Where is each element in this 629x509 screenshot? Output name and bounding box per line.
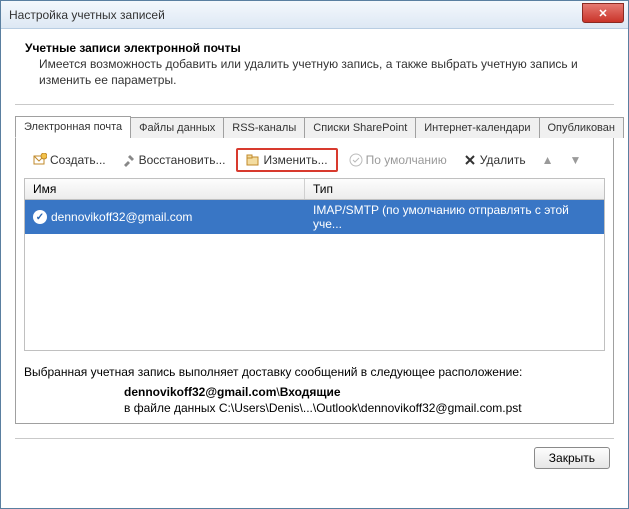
arrow-down-icon: ▼ [569, 153, 581, 167]
delivery-path-line: в файле данных C:\Users\Denis\...\Outloo… [124, 401, 605, 415]
tab-rss[interactable]: RSS-каналы [223, 117, 305, 138]
delete-label: Удалить [480, 153, 526, 167]
check-icon: ✓ [33, 210, 47, 224]
delete-button[interactable]: Удалить [458, 150, 531, 170]
window-title: Настройка учетных записей [9, 8, 165, 22]
move-down-button: ▼ [564, 150, 586, 170]
tab-internet-calendars[interactable]: Интернет-календари [415, 117, 539, 138]
delivery-target: dennovikoff32@gmail.com\Входящие [124, 385, 605, 399]
check-circle-icon [349, 153, 363, 167]
tab-published[interactable]: Опубликован [539, 117, 624, 138]
arrow-up-icon: ▲ [542, 153, 554, 167]
heading-title: Учетные записи электронной почты [25, 41, 614, 55]
default-button: По умолчанию [344, 150, 452, 170]
delivery-folder: Входящие [280, 385, 341, 399]
tab-panel-email: Создать... Восстановить... Изменить... [15, 137, 614, 424]
dialog-content: Учетные записи электронной почты Имеется… [1, 29, 628, 508]
delivery-account: dennovikoff32@gmail.com [124, 385, 276, 399]
dialog-window: Настройка учетных записей ✕ Учетные запи… [0, 0, 629, 509]
folder-edit-icon [246, 153, 260, 167]
heading-description: Имеется возможность добавить или удалить… [39, 57, 614, 88]
change-button[interactable]: Изменить... [236, 148, 337, 172]
close-window-button[interactable]: ✕ [582, 3, 624, 23]
create-button[interactable]: Создать... [28, 150, 111, 170]
create-label: Создать... [50, 153, 106, 167]
row-name: dennovikoff32@gmail.com [51, 210, 192, 224]
close-button[interactable]: Закрыть [534, 447, 610, 469]
accounts-list: Имя Тип ✓ dennovikoff32@gmail.com IMAP/S… [24, 178, 605, 351]
toolbar: Создать... Восстановить... Изменить... [24, 146, 605, 178]
column-header-name[interactable]: Имя [25, 179, 305, 199]
tab-datafiles[interactable]: Файлы данных [130, 117, 224, 138]
row-type-cell: IMAP/SMTP (по умолчанию отправлять с это… [305, 200, 604, 234]
titlebar: Настройка учетных записей ✕ [1, 1, 628, 29]
close-icon: ✕ [598, 7, 607, 20]
delivery-path-prefix: в файле данных [124, 401, 219, 415]
delete-icon [463, 153, 477, 167]
footer-divider [15, 438, 614, 439]
divider [15, 104, 614, 105]
delivery-intro: Выбранная учетная запись выполняет доста… [24, 365, 605, 379]
delivery-info: Выбранная учетная запись выполняет доста… [24, 365, 605, 415]
new-mail-icon [33, 153, 47, 167]
repair-button[interactable]: Восстановить... [117, 150, 231, 170]
list-body[interactable]: ✓ dennovikoff32@gmail.com IMAP/SMTP (по … [25, 200, 604, 350]
move-up-button: ▲ [537, 150, 559, 170]
column-header-type[interactable]: Тип [305, 179, 604, 199]
change-label: Изменить... [263, 153, 327, 167]
default-label: По умолчанию [366, 153, 447, 167]
row-name-cell: ✓ dennovikoff32@gmail.com [25, 200, 305, 234]
tab-sharepoint[interactable]: Списки SharePoint [304, 117, 416, 138]
delivery-path: C:\Users\Denis\...\Outlook\dennovikoff32… [219, 401, 522, 415]
footer: Закрыть [15, 447, 614, 469]
list-row[interactable]: ✓ dennovikoff32@gmail.com IMAP/SMTP (по … [25, 200, 604, 234]
tab-strip: Электронная почта Файлы данных RSS-канал… [15, 115, 614, 137]
tools-icon [122, 153, 136, 167]
tab-email[interactable]: Электронная почта [15, 116, 131, 138]
heading-block: Учетные записи электронной почты Имеется… [15, 41, 614, 88]
list-header: Имя Тип [25, 179, 604, 200]
repair-label: Восстановить... [139, 153, 226, 167]
